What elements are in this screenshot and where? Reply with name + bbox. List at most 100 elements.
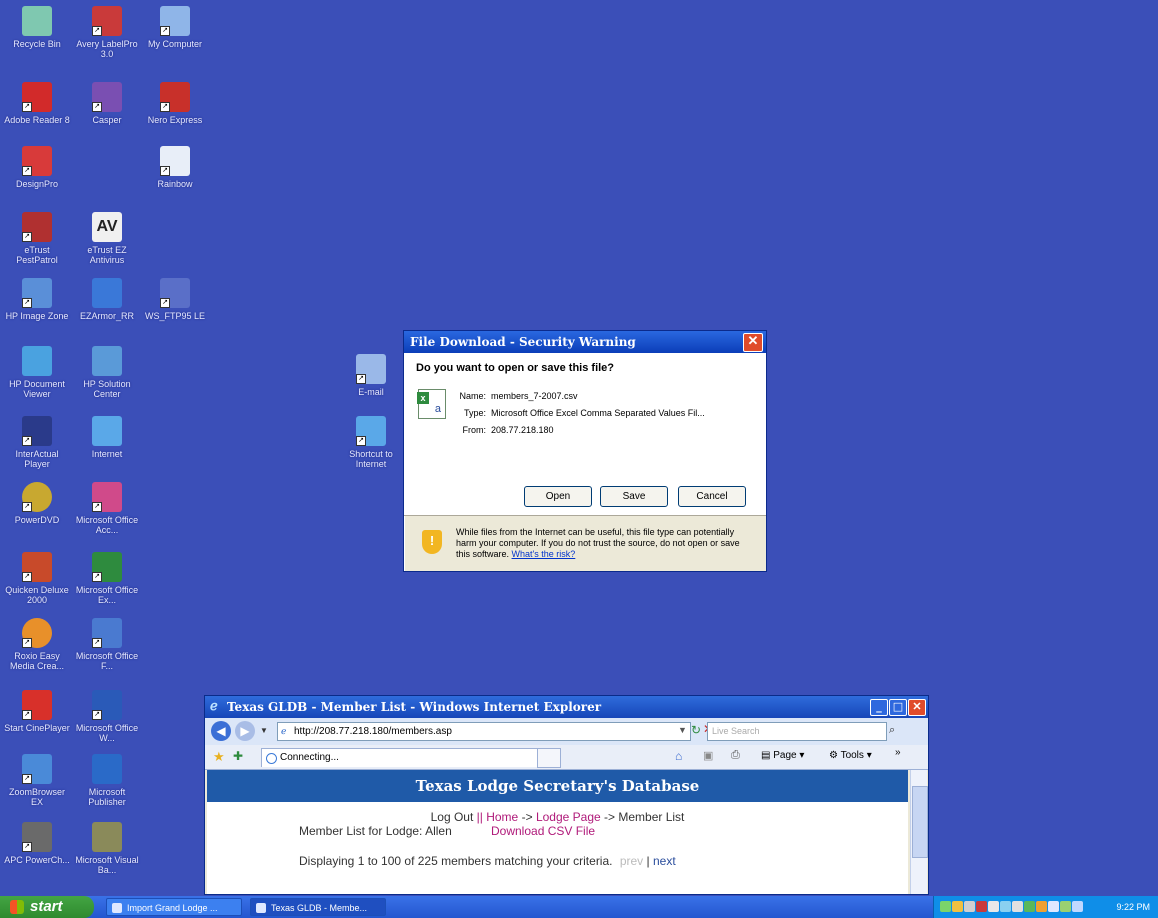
next-link[interactable]: next: [653, 854, 676, 868]
shortcut-internet-icon[interactable]: ↗ Shortcut to Internet: [338, 416, 404, 469]
etrust-pestpatrol-icon[interactable]: ↗ eTrust PestPatrol: [4, 212, 70, 265]
pestpatrol-pic-icon: ↗: [22, 212, 52, 242]
feeds-icon[interactable]: ▣: [703, 749, 713, 762]
zoombrowser-icon[interactable]: ↗ ZoomBrowser EX: [4, 754, 70, 807]
refresh-icon[interactable]: ↻: [691, 723, 701, 737]
tab-connecting[interactable]: Connecting...: [261, 748, 553, 767]
tray-icon[interactable]: [1072, 901, 1083, 912]
prev-link[interactable]: prev: [620, 854, 643, 868]
tray-icon[interactable]: [1036, 901, 1047, 912]
icon-label: Microsoft Office F...: [75, 651, 139, 671]
ezarmor-icon[interactable]: EZArmor_RR: [74, 278, 140, 321]
save-button[interactable]: Save: [600, 486, 668, 507]
minimize-button[interactable]: _: [870, 699, 888, 716]
forward-button[interactable]: ▶: [235, 721, 255, 741]
recycle-bin-pic-icon: [22, 6, 52, 36]
dialog-titlebar[interactable]: File Download - Security Warning ✕: [404, 331, 766, 353]
email-icon[interactable]: ↗ E-mail: [338, 354, 404, 397]
tray-icon[interactable]: [988, 901, 999, 912]
ms-word-icon[interactable]: ↗ Microsoft Office W...: [74, 690, 140, 743]
favorites-star-icon[interactable]: ★: [213, 749, 225, 765]
nero-express-icon[interactable]: ↗ Nero Express: [142, 82, 208, 125]
url-text: http://208.77.218.180/members.asp: [294, 726, 452, 737]
ms-frontpage-icon[interactable]: ↗ Microsoft Office F...: [74, 618, 140, 671]
cineplayer-icon[interactable]: ↗ Start CinePlayer: [4, 690, 70, 733]
cancel-button[interactable]: Cancel: [678, 486, 746, 507]
hp-document-viewer-icon[interactable]: HP Document Viewer: [4, 346, 70, 399]
icon-label: Nero Express: [147, 115, 203, 125]
hp-image-zone-icon[interactable]: ↗ HP Image Zone: [4, 278, 70, 321]
add-favorite-icon[interactable]: ✚: [233, 749, 243, 763]
email-pic-icon: ↗: [356, 354, 386, 384]
tray-icon[interactable]: [964, 901, 975, 912]
tray-icon[interactable]: [1048, 901, 1059, 912]
ms-excel-icon[interactable]: ↗ Microsoft Office Ex...: [74, 552, 140, 605]
internet-icon[interactable]: Internet: [74, 416, 140, 459]
address-dropdown-icon[interactable]: ▼: [678, 725, 687, 735]
tray-icon[interactable]: [952, 901, 963, 912]
back-button[interactable]: ◀: [211, 721, 231, 741]
search-input[interactable]: Live Search: [707, 722, 887, 741]
tray-icon[interactable]: [1012, 901, 1023, 912]
interactual-pic-icon: ↗: [22, 416, 52, 446]
recycle-bin-icon[interactable]: Recycle Bin: [4, 6, 70, 49]
ms-visual-basic-icon[interactable]: Microsoft Visual Ba...: [74, 822, 140, 875]
powerdvd-icon[interactable]: ↗ PowerDVD: [4, 482, 70, 525]
hp-image-pic-icon: ↗: [22, 278, 52, 308]
browser-titlebar[interactable]: ℯ Texas GLDB - Member List - Windows Int…: [205, 696, 928, 718]
tray-icon[interactable]: [1000, 901, 1011, 912]
print-icon[interactable]: ⎙: [731, 749, 740, 762]
page-menu[interactable]: ▤ Page ▾: [761, 750, 804, 761]
adobe-reader-icon[interactable]: ↗ Adobe Reader 8: [4, 82, 70, 125]
taskbar-item-texas-gldb[interactable]: Texas GLDB - Membe...: [250, 898, 386, 916]
close-button[interactable]: ✕: [743, 333, 763, 352]
interactual-player-icon[interactable]: ↗ InterActual Player: [4, 416, 70, 469]
open-button[interactable]: Open: [524, 486, 592, 507]
rainbow-icon[interactable]: ↗ Rainbow: [142, 146, 208, 189]
icon-label: DesignPro: [15, 179, 59, 189]
roxio-pic-icon: ↗: [22, 618, 52, 648]
roxio-icon[interactable]: ↗ Roxio Easy Media Crea...: [4, 618, 70, 671]
quicken-icon[interactable]: ↗ Quicken Deluxe 2000: [4, 552, 70, 605]
new-tab-button[interactable]: [537, 748, 561, 768]
designpro-icon[interactable]: ↗ DesignPro: [4, 146, 70, 189]
scrollbar-thumb[interactable]: [912, 786, 928, 858]
history-dropdown-icon[interactable]: ▼: [260, 726, 268, 735]
tools-menu[interactable]: ⚙ Tools ▾: [829, 750, 872, 761]
tray-icon[interactable]: [976, 901, 987, 912]
start-button[interactable]: start: [0, 896, 94, 918]
lodge-page-link[interactable]: Lodge Page: [536, 810, 601, 824]
vertical-scrollbar[interactable]: [910, 770, 928, 894]
hp-solution-center-icon[interactable]: HP Solution Center: [74, 346, 140, 399]
ms-publisher-icon[interactable]: Microsoft Publisher: [74, 754, 140, 807]
address-input[interactable]: ℯ http://208.77.218.180/members.asp: [277, 722, 691, 741]
etrust-antivirus-icon[interactable]: AV eTrust EZ Antivirus: [74, 212, 140, 265]
logout-link[interactable]: Log Out: [431, 810, 474, 824]
tray-icon[interactable]: [1024, 901, 1035, 912]
tray-icon[interactable]: [940, 901, 951, 912]
avery-labelpro-icon[interactable]: ↗ Avery LabelPro 3.0: [74, 6, 140, 59]
site-nav: Log Out || Home -> Lodge Page -> Member …: [207, 810, 908, 824]
start-label: start: [30, 898, 63, 915]
casper-icon[interactable]: ↗ Casper: [74, 82, 140, 125]
apc-powerchute-icon[interactable]: ↗ APC PowerCh...: [4, 822, 70, 865]
browser-close-button[interactable]: ✕: [908, 699, 926, 716]
whats-the-risk-link[interactable]: What's the risk?: [512, 549, 576, 559]
my-computer-icon[interactable]: ↗ My Computer: [142, 6, 208, 49]
ms-access-icon[interactable]: ↗ Microsoft Office Acc...: [74, 482, 140, 535]
search-icon[interactable]: ⌕: [889, 724, 895, 737]
ws-ftp-icon[interactable]: ↗ WS_FTP95 LE: [142, 278, 208, 321]
dialog-question: Do you want to open or save this file?: [416, 362, 615, 374]
taskbar-item-import[interactable]: Import Grand Lodge ...: [106, 898, 242, 916]
maximize-button[interactable]: □: [889, 699, 907, 716]
home-link[interactable]: Home: [486, 810, 518, 824]
page-icon: ℯ: [281, 726, 287, 736]
tray-icon[interactable]: [1060, 901, 1071, 912]
hp-solution-pic-icon: [92, 346, 122, 376]
download-csv-link[interactable]: Download CSV File: [491, 824, 595, 838]
file-download-dialog: File Download - Security Warning ✕ Do yo…: [403, 330, 767, 572]
chevron-more-icon[interactable]: »: [895, 747, 901, 758]
icon-label: WS_FTP95 LE: [144, 311, 206, 321]
home-icon[interactable]: ⌂: [675, 749, 682, 763]
icon-label: Rainbow: [157, 179, 193, 189]
